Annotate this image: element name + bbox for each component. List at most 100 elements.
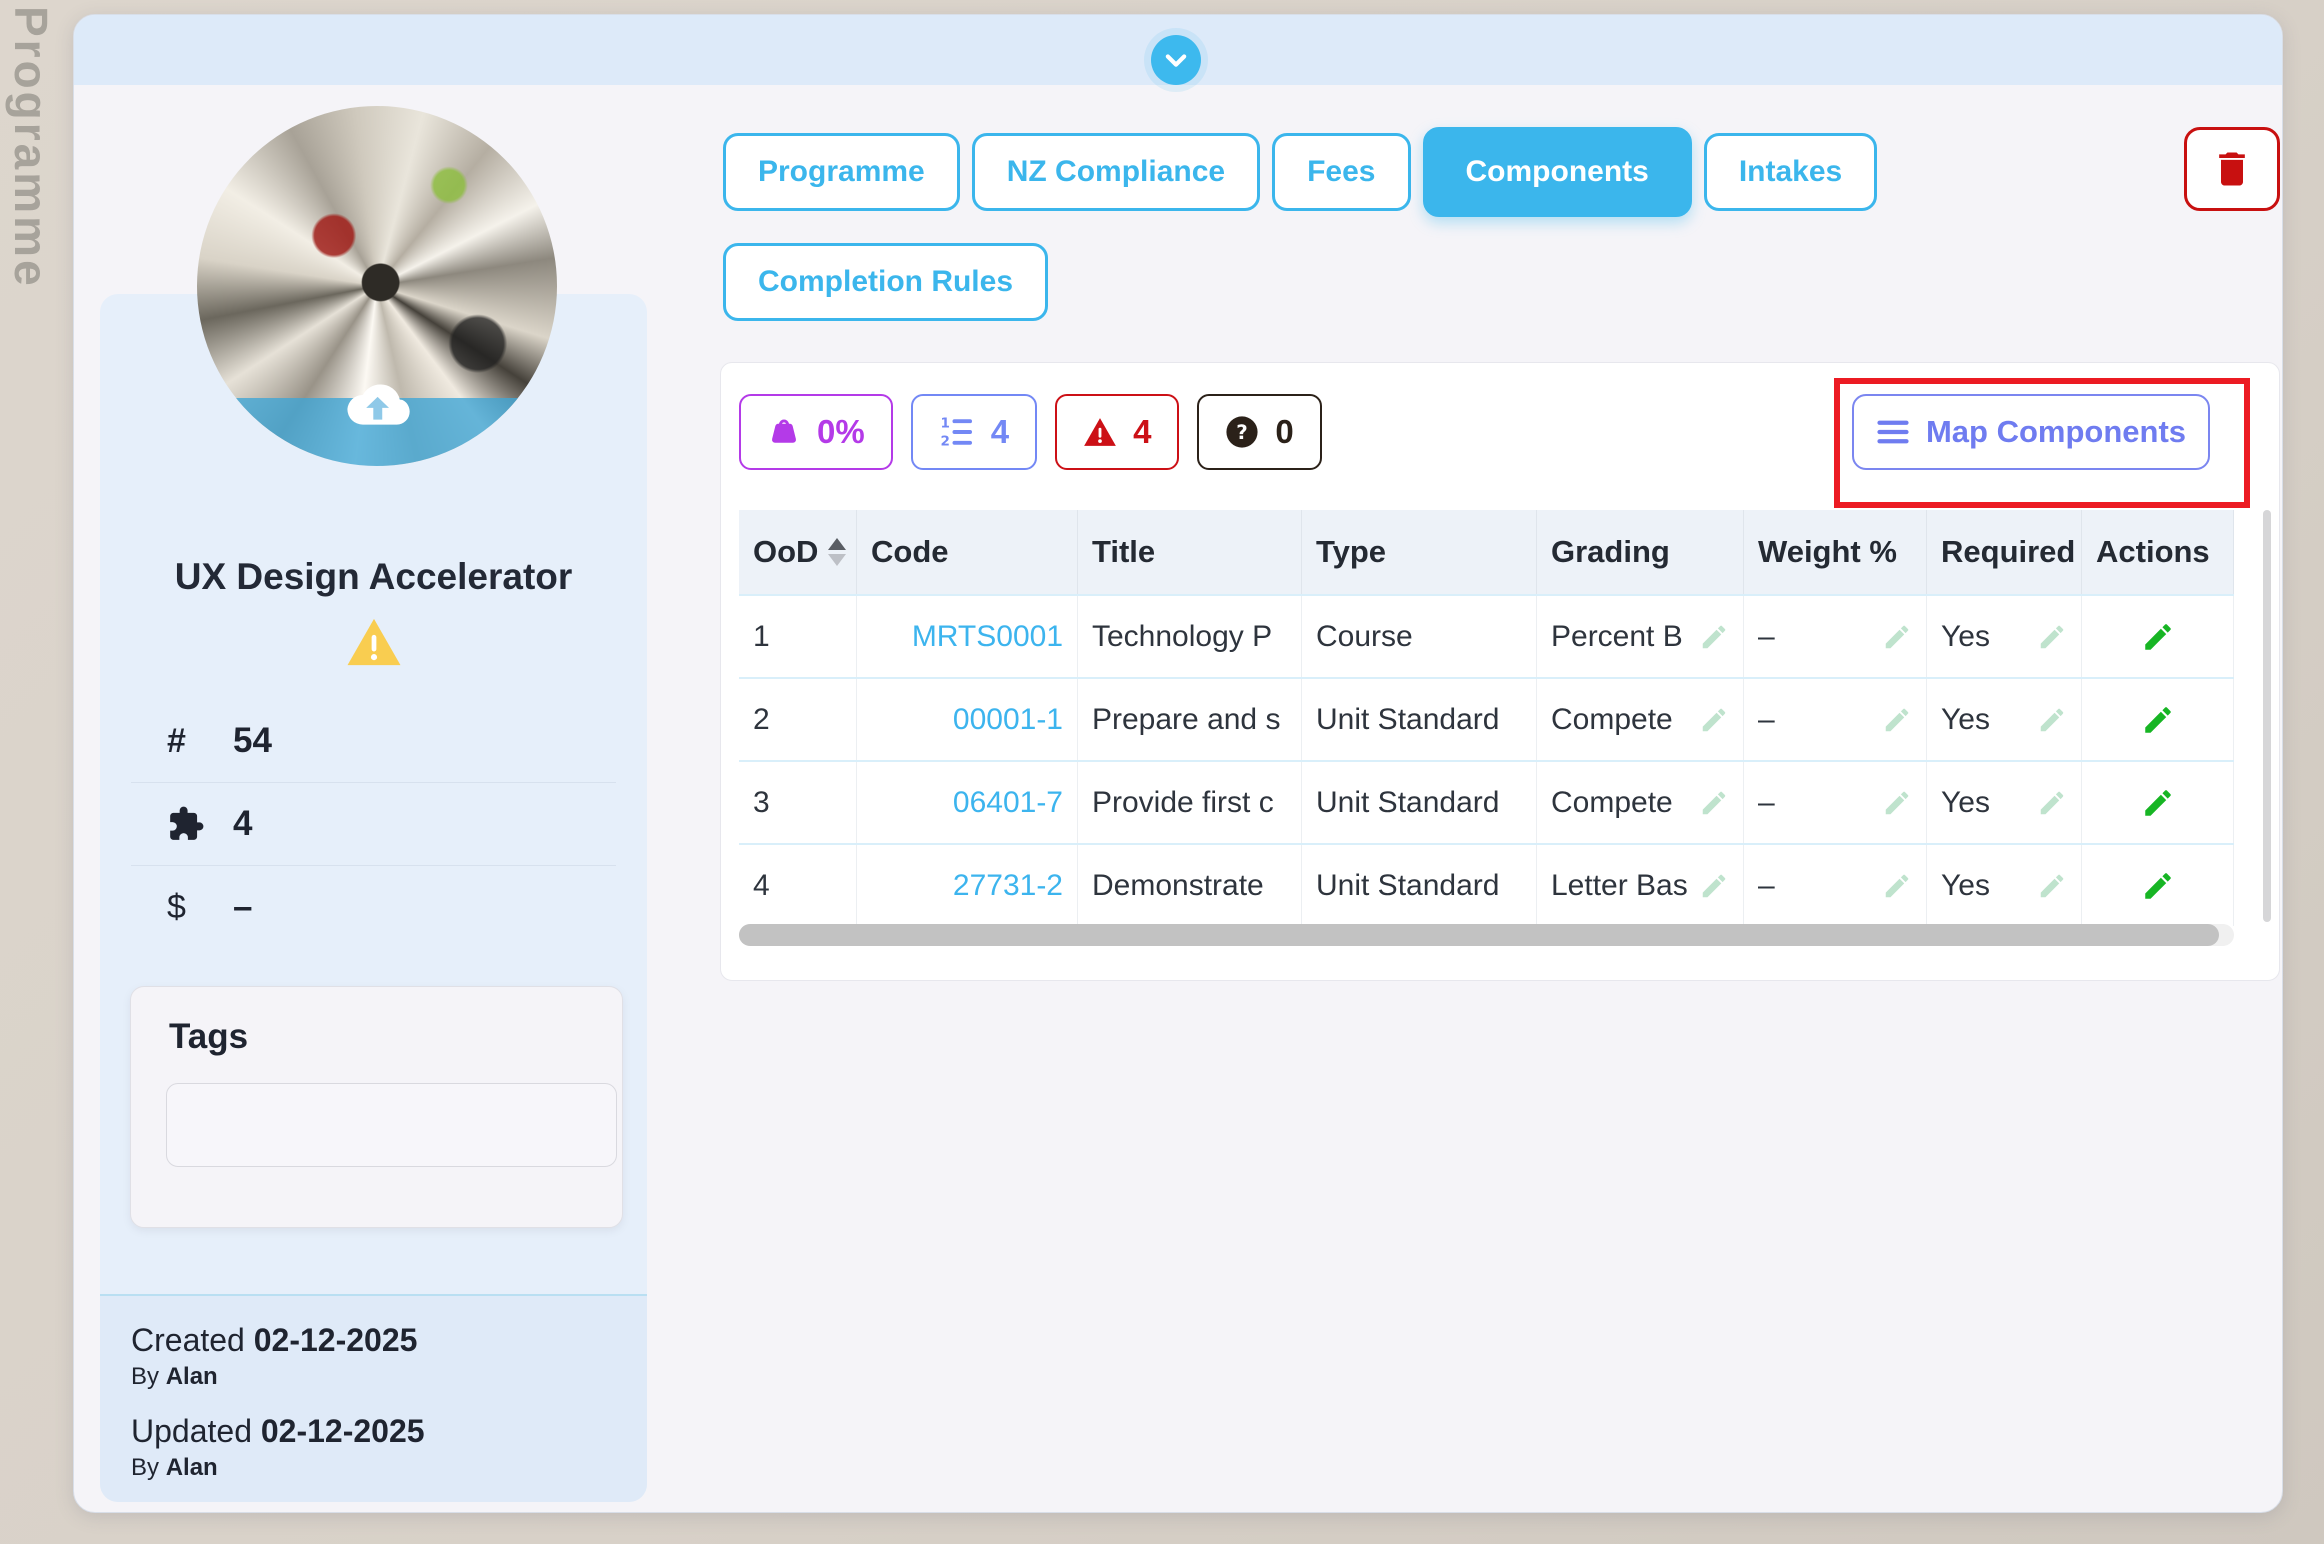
- weight-percent-badge[interactable]: 0%: [739, 394, 893, 470]
- warning-triangle-icon: [100, 616, 647, 668]
- edit-weight-icon[interactable]: [1882, 788, 1912, 818]
- edit-grading-icon[interactable]: [1699, 622, 1729, 652]
- cell-weight: –: [1744, 762, 1927, 843]
- header-ood[interactable]: OoD: [739, 510, 857, 594]
- warning-count-badge[interactable]: 4: [1055, 394, 1180, 470]
- table-row: 3 06401-7 Provide first c Unit Standard …: [739, 760, 2234, 843]
- edit-required-icon[interactable]: [2037, 871, 2067, 901]
- created-date: 02-12-2025: [253, 1322, 418, 1358]
- edit-component-icon[interactable]: [2141, 869, 2175, 903]
- component-code-link[interactable]: 27731-2: [857, 845, 1078, 926]
- table-header-row: OoD Code Title Type Grading Weight % Req…: [739, 510, 2234, 594]
- chevron-down-icon: [1162, 46, 1190, 74]
- programme-stats: # 54 4 $ –: [131, 700, 616, 948]
- collapse-panel-button[interactable]: [1151, 35, 1201, 85]
- map-components-button[interactable]: Map Components: [1852, 394, 2210, 470]
- tags-card: Tags: [130, 986, 623, 1228]
- edit-required-icon[interactable]: [2037, 622, 2067, 652]
- component-code-link[interactable]: 00001-1: [857, 679, 1078, 760]
- table-row: 2 00001-1 Prepare and s Unit Standard Co…: [739, 677, 2234, 760]
- edit-weight-icon[interactable]: [1882, 705, 1912, 735]
- edit-component-icon[interactable]: [2141, 703, 2175, 737]
- component-code-link[interactable]: MRTS0001: [857, 596, 1078, 677]
- edit-component-icon[interactable]: [2141, 620, 2175, 654]
- cell-title: Technology P: [1078, 596, 1302, 677]
- tab-completion-rules[interactable]: Completion Rules: [723, 243, 1049, 321]
- cell-title: Prepare and s: [1078, 679, 1302, 760]
- tab-fees[interactable]: Fees: [1272, 133, 1411, 211]
- cell-type: Unit Standard: [1302, 762, 1537, 843]
- cell-type: Unit Standard: [1302, 845, 1537, 926]
- programme-vertical-label: Programme: [5, 6, 57, 289]
- component-code-link[interactable]: 06401-7: [857, 762, 1078, 843]
- unknown-count-value: 0: [1275, 413, 1294, 450]
- warning-small-icon: [1083, 416, 1117, 448]
- cell-grading: Letter Bas: [1537, 845, 1744, 926]
- ordered-list-icon: 12: [939, 414, 975, 450]
- created-line: Created 02-12-2025: [131, 1322, 418, 1358]
- component-count-badge[interactable]: 12 4: [910, 394, 1038, 470]
- header-weight: Weight %: [1744, 510, 1927, 594]
- cell-title: Demonstrate: [1078, 845, 1302, 926]
- edit-required-icon[interactable]: [2037, 788, 2067, 818]
- cell-actions: [2082, 845, 2234, 926]
- weight-icon: [767, 415, 801, 449]
- tags-input[interactable]: [166, 1083, 617, 1167]
- warning-count-value: 4: [1133, 413, 1152, 450]
- delete-programme-button[interactable]: [2184, 127, 2280, 211]
- stat-components-row: 4: [131, 783, 616, 866]
- created-by-line: By Alan: [131, 1363, 218, 1390]
- list-lines-icon: [1876, 417, 1910, 447]
- edit-grading-icon[interactable]: [1699, 871, 1729, 901]
- sort-icon[interactable]: [828, 538, 847, 566]
- stat-price-row: $ –: [131, 866, 616, 948]
- edit-grading-icon[interactable]: [1699, 788, 1729, 818]
- table-horizontal-scrollbar[interactable]: [739, 924, 2234, 946]
- question-circle-icon: ?: [1225, 415, 1259, 449]
- cell-weight: –: [1744, 845, 1927, 926]
- tab-components[interactable]: Components: [1422, 127, 1692, 217]
- unknown-count-badge[interactable]: ? 0: [1197, 394, 1322, 470]
- table-row: 4 27731-2 Demonstrate Unit Standard Lett…: [739, 843, 2234, 926]
- stat-price-value: –: [233, 887, 253, 926]
- tags-heading: Tags: [169, 1017, 249, 1056]
- svg-text:?: ?: [1237, 421, 1249, 444]
- tab-programme[interactable]: Programme: [723, 133, 960, 211]
- edit-weight-icon[interactable]: [1882, 622, 1912, 652]
- header-type: Type: [1302, 510, 1537, 594]
- cell-ood: 4: [739, 845, 857, 926]
- cell-type: Unit Standard: [1302, 679, 1537, 760]
- tab-nz-compliance[interactable]: NZ Compliance: [971, 133, 1261, 211]
- edit-grading-icon[interactable]: [1699, 705, 1729, 735]
- header-required: Required: [1927, 510, 2082, 594]
- weight-percent-value: 0%: [817, 413, 865, 450]
- programme-summary-sidebar: UX Design Accelerator # 54 4 $ – Tags Cr…: [100, 294, 647, 1502]
- tab-intakes[interactable]: Intakes: [1703, 133, 1878, 211]
- cell-ood: 3: [739, 762, 857, 843]
- programme-avatar-image[interactable]: [197, 106, 557, 466]
- audit-footer: Created 02-12-2025 By Alan Updated 02-12…: [100, 1294, 647, 1502]
- cell-required: Yes: [1927, 762, 2082, 843]
- stat-number-value: 54: [233, 721, 272, 760]
- stat-components-value: 4: [233, 804, 253, 843]
- edit-weight-icon[interactable]: [1882, 871, 1912, 901]
- header-code: Code: [857, 510, 1078, 594]
- cell-required: Yes: [1927, 596, 2082, 677]
- cell-ood: 1: [739, 596, 857, 677]
- edit-required-icon[interactable]: [2037, 705, 2067, 735]
- updated-line: Updated 02-12-2025: [131, 1413, 425, 1449]
- puzzle-icon: [167, 805, 219, 843]
- table-vertical-scrollbar[interactable]: [2263, 510, 2271, 922]
- tab-bar: Programme NZ Compliance Fees Components …: [723, 127, 2143, 321]
- programme-detail-card: Programme NZ Compliance Fees Components …: [73, 14, 2283, 1513]
- scrollbar-thumb[interactable]: [739, 924, 2220, 946]
- trash-icon: [2210, 147, 2254, 191]
- updated-date: 02-12-2025: [260, 1413, 425, 1449]
- cell-ood: 2: [739, 679, 857, 760]
- cell-grading: Compete: [1537, 679, 1744, 760]
- updated-by: Alan: [165, 1454, 218, 1481]
- table-row: 1 MRTS0001 Technology P Course Percent B…: [739, 594, 2234, 677]
- hash-icon: #: [167, 721, 186, 760]
- edit-component-icon[interactable]: [2141, 786, 2175, 820]
- map-components-label: Map Components: [1925, 414, 2187, 449]
